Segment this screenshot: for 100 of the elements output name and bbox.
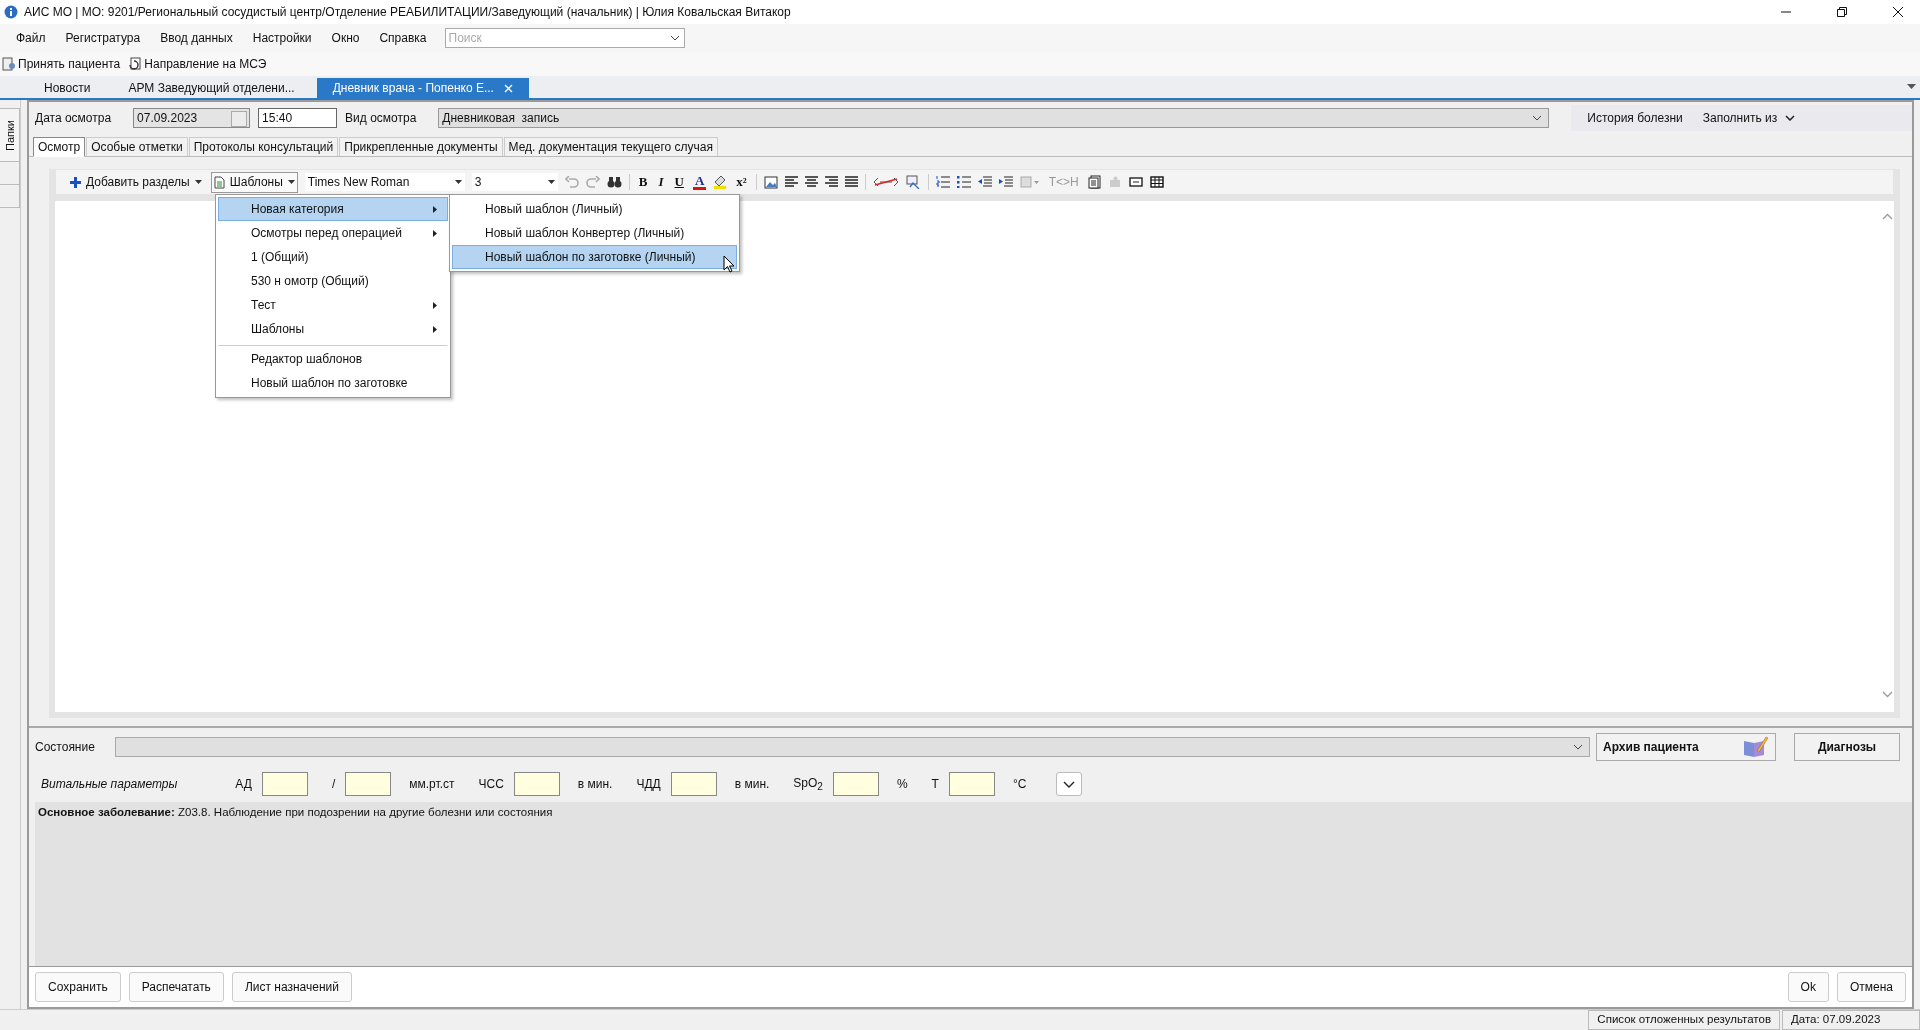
tab[interactable]: Особые отметки xyxy=(86,137,188,156)
action-button[interactable]: Отмена xyxy=(1836,972,1906,1002)
tab[interactable]: Прикрепленные документы xyxy=(339,137,503,156)
menu-item[interactable]: Новый шаблон по заготовке xyxy=(218,371,448,395)
calendar-button[interactable] xyxy=(231,111,248,127)
highlighter-icon[interactable] xyxy=(713,175,728,189)
indent-icon[interactable] xyxy=(998,176,1013,188)
field-label: Дата осмотра xyxy=(35,111,113,125)
undo-icon[interactable] xyxy=(564,176,579,188)
date-field[interactable]: 07.09.2023 xyxy=(133,108,251,128)
plus-icon xyxy=(70,176,81,188)
action-button[interactable]: Сохранить xyxy=(35,972,121,1002)
chevron-icon xyxy=(1063,780,1076,788)
chevron-icon xyxy=(1573,744,1583,750)
align-left-icon[interactable] xyxy=(784,176,798,188)
folders-tab[interactable]: Папки xyxy=(0,108,20,162)
superscript-button[interactable]: x² xyxy=(734,174,749,190)
font-color-button[interactable]: A xyxy=(692,174,707,190)
menu-item[interactable]: Файл xyxy=(6,31,56,45)
dropdown-arrow-icon xyxy=(454,180,462,184)
menu-item[interactable]: Шаблоны xyxy=(218,317,448,341)
vital-input-field[interactable] xyxy=(513,772,560,796)
menu-item[interactable]: Регистратура xyxy=(55,31,151,45)
menu-item[interactable]: Новая категория xyxy=(218,197,448,221)
fill-from-menu[interactable]: Заполнить из xyxy=(1702,111,1796,125)
vital-input-field[interactable] xyxy=(670,772,717,796)
archive-button[interactable]: Архив пациента xyxy=(1596,733,1776,761)
expand-button[interactable] xyxy=(1056,772,1083,796)
tab[interactable]: Новости xyxy=(28,78,107,98)
tab[interactable]: Дневник врача - Попенко Е... xyxy=(316,78,529,98)
menu-item[interactable]: Осмотры перед операцией xyxy=(218,221,448,245)
bullet-list-icon[interactable] xyxy=(956,176,971,188)
document-list-icon[interactable] xyxy=(1087,175,1101,189)
menu-item[interactable]: Новый шаблон (Личный) xyxy=(452,197,737,221)
field-label: Состояние xyxy=(35,740,96,754)
submenu-arrow-icon xyxy=(433,325,437,333)
menu-item[interactable]: 530 н омотр (Общий) xyxy=(218,269,448,293)
tab[interactable]: Осмотр xyxy=(33,137,86,157)
vital-unit: мм.рт.ст xyxy=(409,777,455,791)
font-dropdown[interactable]: Times New Roman xyxy=(304,173,465,191)
dropdown-arrow-icon[interactable] xyxy=(1907,84,1916,89)
vital-label: Т xyxy=(931,777,939,791)
restore-icon[interactable] xyxy=(1836,6,1848,18)
menu-item[interactable]: 1 (Общий) xyxy=(218,245,448,269)
toolbar-button[interactable]: Принять пациента xyxy=(2,57,121,71)
image-icon[interactable] xyxy=(763,175,778,189)
app-info-icon xyxy=(4,5,18,19)
bold-button[interactable]: B xyxy=(636,174,650,190)
vital-input-field[interactable] xyxy=(345,772,392,796)
add-sections-button[interactable]: Добавить разделы xyxy=(68,172,204,192)
menu-item[interactable]: Окно xyxy=(321,31,370,45)
underline-button[interactable]: U xyxy=(672,174,686,190)
scroll-down-icon[interactable] xyxy=(1881,691,1893,698)
status-text: Дата: 07.09.2023 xyxy=(1782,1010,1920,1030)
numbered-list-icon[interactable] xyxy=(935,176,950,188)
outdent-icon[interactable] xyxy=(977,176,992,188)
close-icon[interactable] xyxy=(1892,6,1904,18)
table-icon[interactable] xyxy=(1149,176,1164,188)
redo-icon[interactable] xyxy=(585,176,600,188)
tab[interactable]: АРМ Заведующий отделени... xyxy=(112,78,311,98)
toolbar-button[interactable]: Направление на МСЭ xyxy=(128,57,267,71)
menu-item[interactable]: Редактор шаблонов xyxy=(218,345,448,371)
input-field-icon[interactable] xyxy=(1128,177,1143,187)
search-field[interactable]: Поиск xyxy=(444,28,685,48)
italic-button[interactable]: I xyxy=(656,174,666,190)
menu-item[interactable]: Новый шаблон Конвертер (Личный) xyxy=(452,221,737,245)
history-link[interactable]: История болезни xyxy=(1587,111,1683,125)
exam-type-dropdown[interactable]: Дневниковая запись xyxy=(438,108,1550,128)
menu-item[interactable]: Тест xyxy=(218,293,448,317)
dropdown-arrow-icon xyxy=(287,180,295,184)
tab[interactable]: Мед. документация текущего случая xyxy=(503,137,719,156)
binoculars-icon[interactable] xyxy=(606,176,622,188)
action-button[interactable]: Ok xyxy=(1787,972,1829,1002)
templates-button[interactable]: Шаблоны xyxy=(210,171,298,193)
vital-input-field[interactable] xyxy=(261,772,308,796)
status-text: Список отложенных результатов xyxy=(1588,1010,1780,1030)
action-button[interactable]: Распечатать xyxy=(128,972,224,1002)
scroll-up-icon[interactable] xyxy=(1881,213,1893,220)
strikethrough-tag-icon[interactable] xyxy=(872,177,899,187)
align-center-icon[interactable] xyxy=(804,176,818,188)
size-dropdown[interactable]: 3 xyxy=(471,173,558,191)
menu-item[interactable]: Справка xyxy=(369,31,437,45)
submenu-arrow-icon xyxy=(433,229,437,237)
dropdown-arrow-icon xyxy=(194,180,202,184)
vital-input-field[interactable] xyxy=(948,772,995,796)
diagnoses-button[interactable]: Диагнозы xyxy=(1794,733,1900,761)
menu-item[interactable]: Новый шаблон по заготовке (Личный) xyxy=(452,245,737,269)
tab[interactable]: Протоколы консультаций xyxy=(188,137,339,156)
refresh-doc-icon xyxy=(128,57,143,71)
vital-unit: % xyxy=(896,777,908,791)
align-right-icon[interactable] xyxy=(824,176,838,188)
time-field[interactable]: 15:40 xyxy=(258,108,338,128)
vital-label: АД xyxy=(235,777,252,791)
vital-input-field[interactable] xyxy=(832,772,879,796)
action-button[interactable]: Лист назначений xyxy=(231,972,352,1002)
justify-icon[interactable] xyxy=(844,176,858,188)
diagnosis-text: Основное заболевание: Z03.8. Наблюдение при подозрении на другие болезни или состояния xyxy=(38,806,553,818)
menu-item[interactable]: Ввод данных xyxy=(150,31,243,45)
menu-item[interactable]: Настройки xyxy=(242,31,322,45)
vital-unit: °C xyxy=(1012,777,1027,791)
